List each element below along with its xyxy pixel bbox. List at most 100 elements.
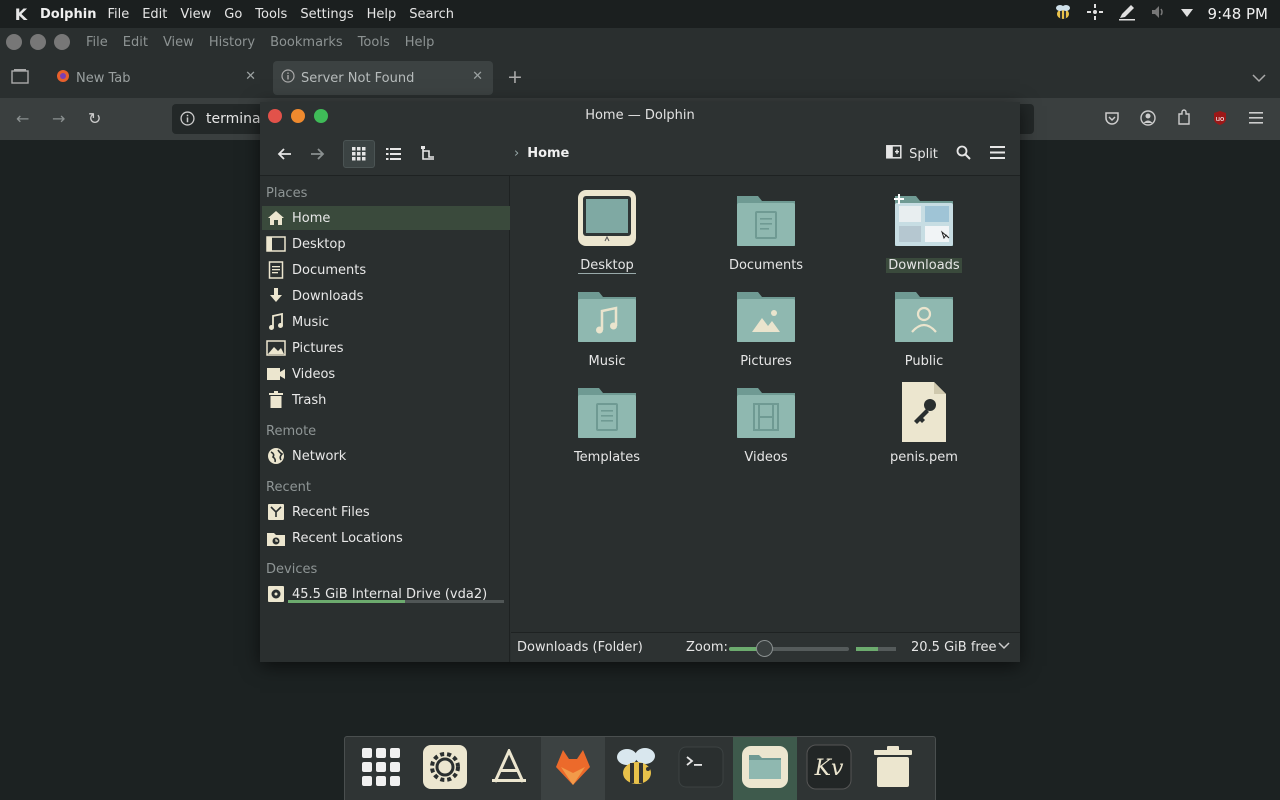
dock-bee-app[interactable] bbox=[605, 737, 669, 800]
url-text[interactable]: terminal bbox=[206, 111, 264, 127]
clock[interactable]: 9:48 PM bbox=[1208, 5, 1268, 23]
dock-terminal[interactable] bbox=[669, 737, 733, 800]
zoom-slider-handle[interactable] bbox=[756, 640, 773, 657]
global-menu-help[interactable]: Help bbox=[367, 7, 397, 22]
firefox-maximize-button[interactable] bbox=[54, 34, 70, 50]
app-grid-icon bbox=[362, 748, 400, 790]
file-view[interactable]: Desktop Documents Downloads Music Pictur… bbox=[511, 176, 1020, 632]
forward-icon[interactable]: → bbox=[52, 109, 65, 128]
ublock-icon[interactable]: uo bbox=[1212, 110, 1228, 130]
places-item-recent-locations[interactable]: Recent Locations bbox=[262, 526, 510, 550]
desktop-icon bbox=[265, 236, 287, 252]
tab-close-icon[interactable]: ✕ bbox=[245, 69, 256, 84]
hamburger-menu-button[interactable] bbox=[984, 140, 1010, 168]
dock-kvantum[interactable]: Kv bbox=[797, 737, 861, 800]
dock-settings[interactable] bbox=[413, 737, 477, 800]
file-item-music[interactable]: Music bbox=[552, 284, 662, 369]
firefox-menu-file[interactable]: File bbox=[86, 35, 108, 50]
file-item-penis-pem[interactable]: penis.pem bbox=[869, 380, 979, 465]
status-bar: Downloads (Folder) Zoom: 20.5 GiB free bbox=[511, 632, 1020, 662]
firefox-menu-view[interactable]: View bbox=[163, 35, 194, 50]
hamburger-menu-icon[interactable] bbox=[1249, 110, 1265, 129]
places-item-downloads[interactable]: Downloads bbox=[262, 284, 510, 308]
chevron-down-icon[interactable] bbox=[998, 639, 1010, 654]
global-menu-edit[interactable]: Edit bbox=[142, 7, 167, 22]
back-button[interactable] bbox=[272, 140, 298, 168]
compact-view-button[interactable] bbox=[380, 140, 408, 168]
file-item-videos[interactable]: Videos bbox=[711, 380, 821, 465]
tab-server-not-found[interactable]: Server Not Found ✕ bbox=[273, 61, 493, 95]
firefox-close-button[interactable] bbox=[6, 34, 22, 50]
dock-text-editor[interactable] bbox=[477, 737, 541, 800]
details-view-button[interactable] bbox=[414, 140, 442, 168]
firefox-minimize-button[interactable] bbox=[30, 34, 46, 50]
file-item-label: Downloads bbox=[886, 258, 962, 273]
dock-trash[interactable] bbox=[861, 737, 925, 800]
places-item-desktop[interactable]: Desktop bbox=[262, 232, 510, 256]
places-item-pictures[interactable]: Pictures bbox=[262, 336, 510, 360]
file-item-public[interactable]: Public bbox=[869, 284, 979, 369]
zoom-slider[interactable] bbox=[729, 647, 849, 651]
places-item-music[interactable]: Music bbox=[262, 310, 510, 334]
drive-usage-fill bbox=[288, 600, 405, 603]
pocket-icon[interactable] bbox=[1104, 110, 1120, 130]
global-menu-go[interactable]: Go bbox=[224, 7, 242, 22]
places-item-recent-files[interactable]: Recent Files bbox=[262, 500, 510, 524]
bee-icon[interactable] bbox=[1054, 4, 1072, 24]
file-item-desktop[interactable]: Desktop bbox=[552, 188, 662, 274]
dolphin-window: Home — Dolphin › Home Split Places Home … bbox=[260, 102, 1020, 662]
global-menu-view[interactable]: View bbox=[180, 7, 211, 22]
kde-logo-icon[interactable]: K bbox=[6, 5, 36, 24]
global-menu-file[interactable]: File bbox=[107, 7, 129, 22]
back-icon[interactable]: ← bbox=[16, 109, 29, 128]
download-icon bbox=[265, 287, 287, 305]
account-icon[interactable] bbox=[1140, 110, 1156, 130]
reload-icon[interactable]: ↻ bbox=[88, 109, 101, 128]
places-item-documents[interactable]: Documents bbox=[262, 258, 510, 282]
places-item-trash[interactable]: Trash bbox=[262, 388, 510, 412]
free-space-text[interactable]: 20.5 GiB free bbox=[911, 640, 996, 655]
tab-overview-icon[interactable] bbox=[11, 68, 29, 88]
firefox-menu-edit[interactable]: Edit bbox=[123, 35, 148, 50]
forward-button[interactable] bbox=[304, 140, 330, 168]
list-all-tabs-icon[interactable] bbox=[1252, 68, 1266, 87]
file-item-label: penis.pem bbox=[890, 450, 958, 465]
file-item-templates[interactable]: Templates bbox=[552, 380, 662, 465]
file-item-pictures[interactable]: Pictures bbox=[711, 284, 821, 369]
new-tab-button[interactable]: + bbox=[507, 66, 523, 88]
file-manager-icon bbox=[741, 745, 789, 793]
dock-app-grid[interactable] bbox=[349, 737, 413, 800]
places-item-network[interactable]: Network bbox=[262, 444, 510, 468]
tab-close-icon[interactable]: ✕ bbox=[472, 69, 483, 84]
file-item-label: Documents bbox=[728, 258, 804, 273]
dock-firefox[interactable] bbox=[541, 737, 605, 800]
chevron-down-icon[interactable] bbox=[1180, 6, 1194, 22]
file-item-documents[interactable]: Documents bbox=[711, 188, 821, 273]
dolphin-titlebar[interactable]: Home — Dolphin bbox=[260, 102, 1020, 130]
places-item-home[interactable]: Home bbox=[262, 206, 510, 230]
breadcrumb[interactable]: › Home bbox=[514, 146, 569, 161]
volume-icon[interactable] bbox=[1150, 4, 1166, 24]
tab-new-tab[interactable]: New Tab ✕ bbox=[48, 61, 266, 95]
dock-file-manager[interactable] bbox=[733, 737, 797, 800]
extensions-icon[interactable] bbox=[1176, 109, 1192, 130]
info-icon[interactable] bbox=[180, 111, 195, 130]
breadcrumb-home[interactable]: Home bbox=[527, 146, 569, 161]
firefox-menu-help[interactable]: Help bbox=[405, 35, 435, 50]
places-item-videos[interactable]: Videos bbox=[262, 362, 510, 386]
global-menu-settings[interactable]: Settings bbox=[300, 7, 353, 22]
search-button[interactable] bbox=[950, 140, 976, 168]
file-item-downloads[interactable]: Downloads bbox=[869, 188, 979, 273]
firefox-menu-bookmarks[interactable]: Bookmarks bbox=[270, 35, 343, 50]
network-icon[interactable] bbox=[1086, 3, 1104, 25]
global-menu-tools[interactable]: Tools bbox=[255, 7, 287, 22]
pen-icon[interactable] bbox=[1118, 3, 1136, 25]
text-editor-icon bbox=[492, 747, 526, 789]
firefox-menu-history[interactable]: History bbox=[209, 35, 255, 50]
remote-section-heading: Remote bbox=[266, 424, 317, 439]
firefox-menu-tools[interactable]: Tools bbox=[358, 35, 390, 50]
icons-view-button[interactable] bbox=[343, 140, 375, 168]
global-menu-search[interactable]: Search bbox=[409, 7, 454, 22]
split-button[interactable]: Split bbox=[884, 140, 940, 168]
svg-text:Kv: Kv bbox=[814, 756, 844, 781]
